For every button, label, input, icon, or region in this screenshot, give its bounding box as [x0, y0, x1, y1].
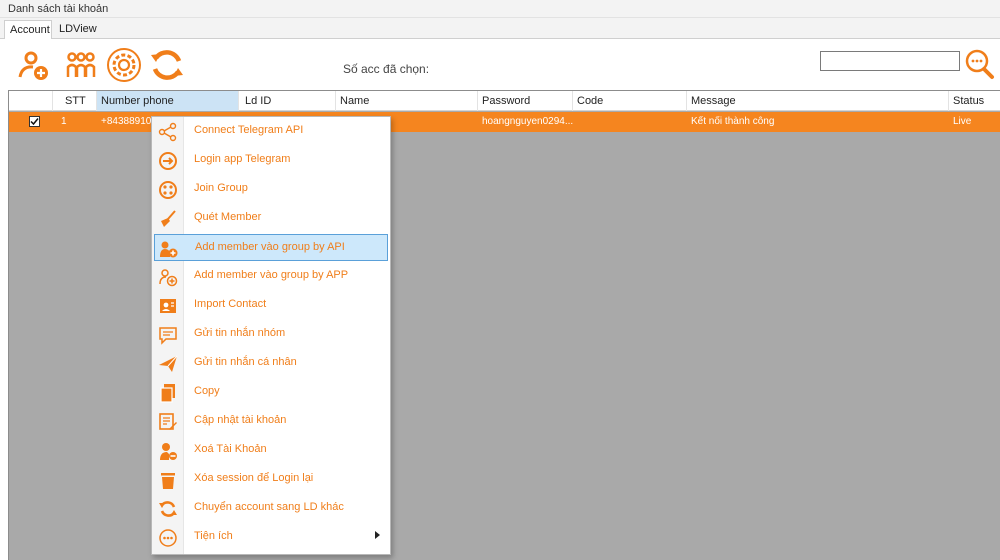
- menu-item-label: Chuyển account sang LD khác: [194, 501, 344, 513]
- cell-password: hoangnguyen0294...: [482, 116, 573, 127]
- cell-message: Kết nối thành công: [691, 116, 775, 127]
- swap-icon: [158, 499, 178, 519]
- menu-item-join-group[interactable]: Join Group: [154, 176, 388, 203]
- menu-item-tien-ich[interactable]: Tiện ích: [154, 524, 388, 551]
- menu-item-add-member-api[interactable]: Add member vào group by API: [154, 234, 388, 261]
- menu-item-label: Join Group: [194, 182, 248, 194]
- chat-bubble-icon: [158, 325, 178, 345]
- share-nodes-icon: [158, 122, 178, 142]
- users-add-icon: [159, 239, 179, 259]
- header-stt[interactable]: STT: [53, 91, 97, 111]
- tab-account[interactable]: Account: [4, 20, 52, 40]
- title-bar: Danh sách tài khoản: [0, 0, 1000, 18]
- menu-item-xoa-tai-khoan[interactable]: Xoá Tài Khoản: [154, 437, 388, 464]
- search-input[interactable]: [820, 51, 960, 71]
- refresh-icon: [151, 50, 183, 80]
- header-ld-id[interactable]: Ld ID: [239, 91, 336, 111]
- menu-item-label: Quét Member: [194, 211, 262, 223]
- row-checkbox[interactable]: [29, 116, 40, 127]
- join-group-icon: [158, 180, 178, 200]
- menu-item-label: Connect Telegram API: [194, 124, 304, 136]
- menu-item-xoa-session[interactable]: Xóa session để Login lại: [154, 466, 388, 493]
- menu-item-gui-tin-nhan-nhom[interactable]: Gửi tin nhắn nhóm: [154, 321, 388, 348]
- settings-button[interactable]: [105, 46, 143, 84]
- cell-status: Live: [953, 116, 972, 127]
- delete-user-icon: [158, 441, 178, 461]
- tab-ldview[interactable]: LDView: [54, 20, 100, 40]
- menu-item-connect-telegram-api[interactable]: Connect Telegram API: [154, 118, 388, 145]
- header-name[interactable]: Name: [336, 91, 478, 111]
- menu-item-label: Xóa session để Login lại: [194, 472, 314, 484]
- login-arrow-icon: [158, 151, 178, 171]
- menu-item-label: Tiện ích: [194, 530, 233, 542]
- tab-strip: Account LDView: [0, 18, 1000, 40]
- window-title: Danh sách tài khoản: [8, 3, 109, 15]
- add-account-button[interactable]: [14, 46, 52, 84]
- menu-item-label: Copy: [194, 385, 220, 397]
- menu-item-label: Gửi tin nhắn cá nhân: [194, 356, 297, 368]
- edit-account-icon: [158, 412, 178, 432]
- menu-item-login-app-telegram[interactable]: Login app Telegram: [154, 147, 388, 174]
- menu-item-label: Gửi tin nhắn nhóm: [194, 327, 286, 339]
- copy-icon: [158, 383, 178, 403]
- group-button[interactable]: [62, 46, 100, 84]
- submenu-arrow-icon: [375, 531, 380, 539]
- header-code[interactable]: Code: [573, 91, 687, 111]
- check-icon: [30, 118, 39, 126]
- context-menu: Connect Telegram API Login app Telegram …: [151, 116, 391, 555]
- grid-header: STT Number phone Ld ID Name Password Cod…: [9, 91, 1000, 111]
- menu-item-label: Add member vào group by APP: [194, 269, 349, 281]
- user-add-icon: [18, 51, 48, 80]
- menu-item-label: Xoá Tài Khoản: [194, 443, 267, 455]
- search-icon: [965, 49, 994, 79]
- users-group-icon: [66, 52, 96, 77]
- menu-item-quet-member[interactable]: Quét Member: [154, 205, 388, 232]
- users-app-icon: [158, 267, 178, 287]
- refresh-button[interactable]: [148, 46, 186, 84]
- menu-item-label: Add member vào group by API: [195, 241, 345, 253]
- menu-item-copy[interactable]: Copy: [154, 379, 388, 406]
- menu-item-cap-nhat-tai-khoan[interactable]: Cập nhật tài khoản: [154, 408, 388, 435]
- menu-item-label: Cập nhật tài khoản: [194, 414, 287, 426]
- cell-code: [573, 112, 687, 132]
- header-select[interactable]: [9, 91, 53, 111]
- more-dots-icon: [158, 528, 178, 548]
- header-status[interactable]: Status: [949, 91, 1000, 111]
- app-window: Danh sách tài khoản Account LDView Số ac…: [0, 0, 1000, 560]
- cell-stt: 1: [61, 116, 67, 127]
- menu-item-gui-tin-nhan-ca-nhan[interactable]: Gửi tin nhắn cá nhân: [154, 350, 388, 377]
- header-password[interactable]: Password: [478, 91, 573, 111]
- broom-icon: [158, 209, 178, 229]
- menu-item-chuyen-account[interactable]: Chuyển account sang LD khác: [154, 495, 388, 522]
- trash-icon: [158, 470, 178, 490]
- menu-item-import-contact[interactable]: Import Contact: [154, 292, 388, 319]
- menu-item-label: Login app Telegram: [194, 153, 291, 165]
- selected-count-label: Số acc đã chọn:: [343, 62, 430, 76]
- menu-item-add-member-app[interactable]: Add member vào group by APP: [154, 263, 388, 290]
- gear-icon: [107, 48, 141, 82]
- header-number-phone[interactable]: Number phone: [97, 91, 239, 111]
- search-button[interactable]: [963, 48, 995, 80]
- menu-item-label: Import Contact: [194, 298, 267, 310]
- header-message[interactable]: Message: [687, 91, 949, 111]
- paper-plane-icon: [158, 354, 178, 374]
- contact-card-icon: [158, 296, 178, 316]
